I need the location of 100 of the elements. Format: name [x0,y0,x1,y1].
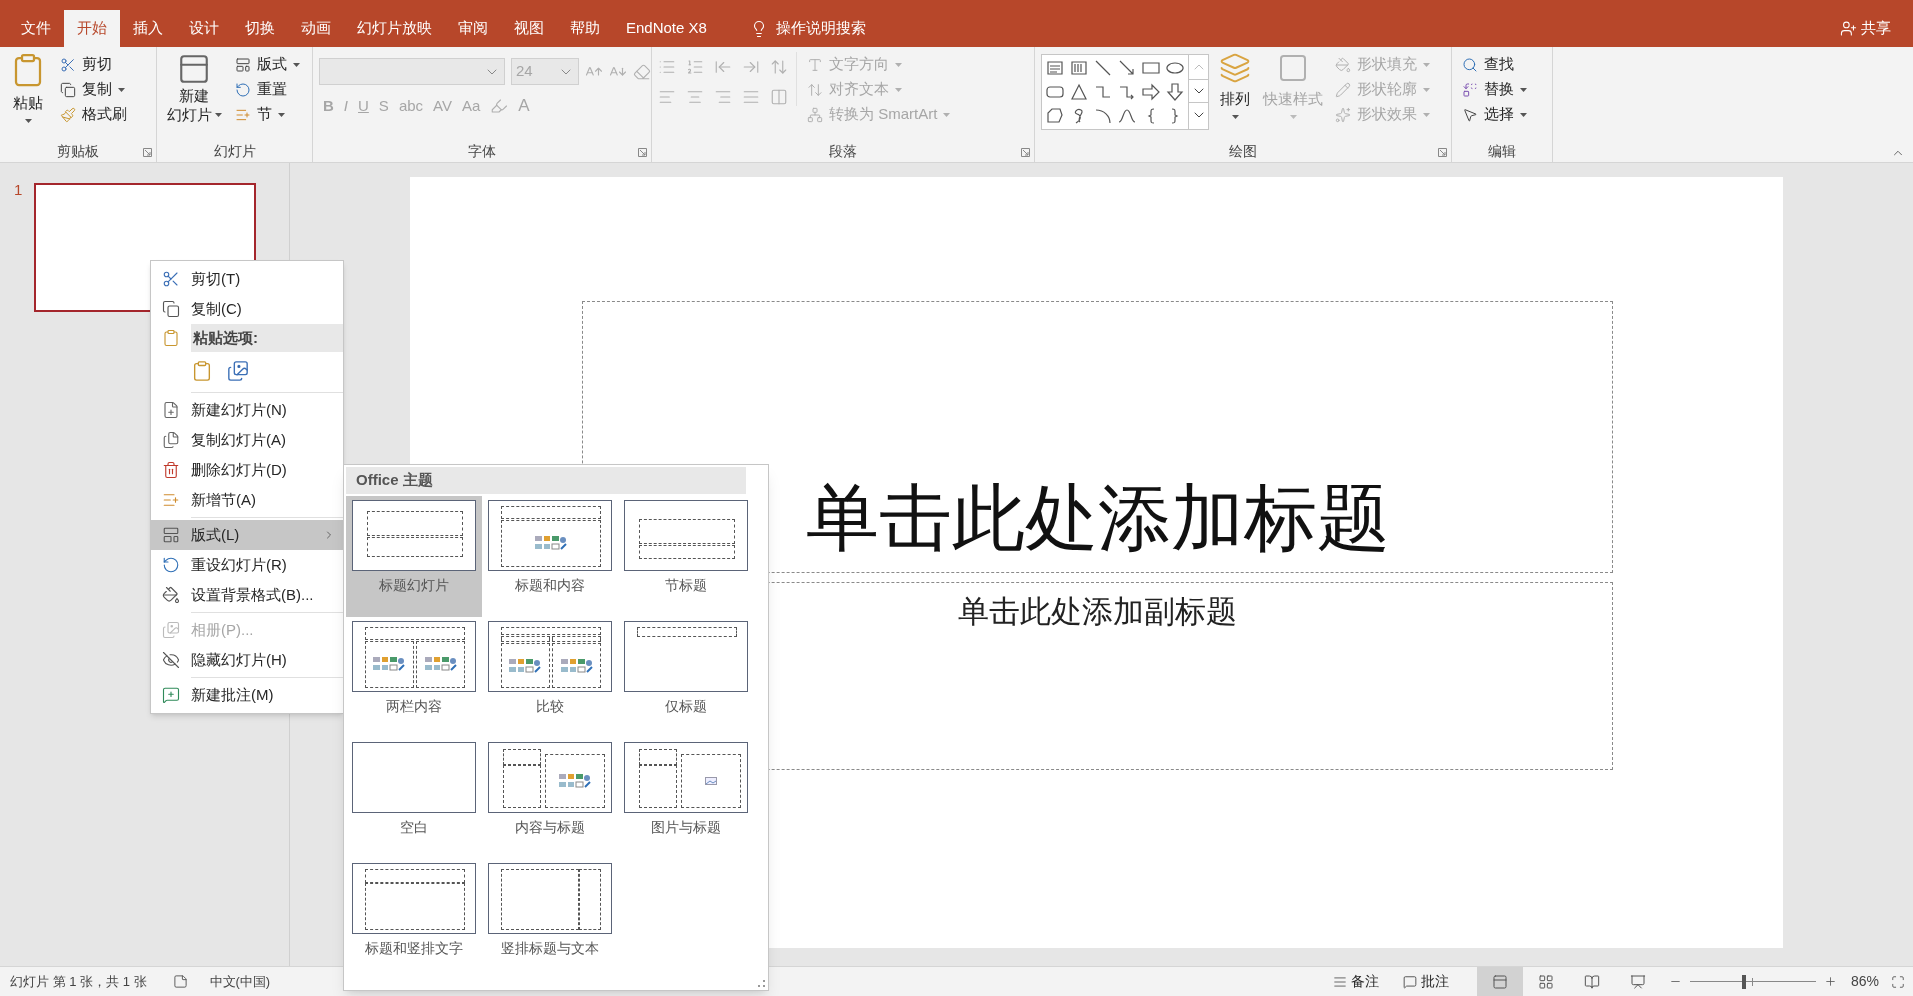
ribbon-tab[interactable]: 开始 [64,10,120,47]
arrange-button[interactable]: 排列 [1215,52,1255,119]
layout-option[interactable]: 空白 [346,738,482,859]
clipboard-icon [162,329,180,347]
caret-icon [1231,114,1239,119]
replace-icon [1462,81,1478,98]
right-arrow-icon[interactable] [1142,83,1160,101]
ribbon-tab[interactable]: 幻灯片放映 [344,10,445,47]
arc-icon[interactable] [1094,107,1112,125]
layers-icon [1219,52,1251,84]
paste-button[interactable]: 粘贴 [6,52,50,123]
line-spacing-icon [770,58,788,76]
ribbon-tab[interactable]: 审阅 [445,10,501,47]
section-button[interactable]: 节 [231,102,304,127]
slide-counter: 幻灯片 第 1 张，共 1 张 [9,972,147,991]
freeform-icon[interactable] [1046,107,1064,125]
ribbon-tab[interactable]: 动画 [288,10,344,47]
painter-button[interactable]: 格式刷 [56,102,131,127]
caret-icon [1423,112,1430,117]
menu-item[interactable]: 新建幻灯片(N) [151,395,343,425]
menu-item[interactable]: 设置背景格式(B)... [151,580,343,610]
elbow-connector-icon[interactable] [1094,83,1112,101]
caret-icon [895,62,902,67]
vertical-text-box-icon[interactable] [1070,59,1088,77]
copy-button[interactable]: 复制 [56,77,131,102]
paintbrush-icon [60,106,76,123]
curve-icon[interactable] [1118,107,1136,125]
reset-icon [162,556,180,574]
layout-option[interactable]: 两栏内容 [346,617,482,738]
search-icon [1462,56,1478,73]
menu-item[interactable]: 重设幻灯片(R) [151,550,343,580]
menu-item[interactable]: 新建批注(M) [151,680,343,710]
ribbon-tab[interactable]: EndNote X8 [613,10,720,47]
down-arrow-icon[interactable] [1166,83,1184,101]
scissors-icon [162,270,180,288]
layout-option[interactable]: 标题和竖排文字 [346,859,482,980]
numbering-icon [686,58,704,76]
zoom-slider-thumb[interactable] [1742,974,1747,989]
launcher-icon [1021,148,1030,157]
caret-icon [943,112,951,117]
paste-option-button[interactable] [191,360,213,382]
elbow-arrow-icon[interactable] [1118,83,1136,101]
notes-button[interactable]: 备注 [1328,971,1383,992]
group-label: 剪贴板 [57,141,99,161]
group-label: 绘图 [1229,141,1257,161]
ribbon-tab[interactable]: 帮助 [557,10,613,47]
resize-grip-icon[interactable] [758,980,765,987]
comments-button[interactable]: 批注 [1398,971,1453,992]
tell-me-search[interactable]: 操作说明搜索 [775,17,866,40]
view-button[interactable] [1476,967,1523,996]
highlighter-icon [490,96,509,115]
triangle-icon[interactable] [1070,83,1088,101]
increase-indent-icon [742,58,760,76]
launcher-icon [638,148,647,157]
button-label: 幻灯片 [166,105,212,124]
menu-item[interactable]: 剪切(T) [151,264,343,294]
menu-item[interactable]: 版式(L) [151,520,343,550]
layout-option[interactable]: 竖排标题与文本 [482,859,618,980]
copy-icon [162,300,180,318]
menu-item[interactable]: 复制(C) [151,294,343,324]
gallery-header: Office 主题 [346,467,746,494]
menu-item[interactable]: 隐藏幻灯片(H) [151,645,343,675]
ribbon-tab[interactable]: 插入 [120,10,176,47]
line-icon[interactable] [1094,59,1112,77]
caret-icon [1520,112,1527,117]
find-button[interactable]: 查找 [1458,52,1531,77]
new-slide-button[interactable]: 新建 幻灯片 [163,52,225,124]
person-plus-icon [1840,20,1857,37]
ribbon-tab[interactable]: 设计 [176,10,232,47]
menu-header: 粘贴选项: [191,324,343,352]
align-center-icon [686,88,704,106]
layout-option[interactable]: 标题幻灯片 [346,496,482,617]
layout-option[interactable]: 仅标题 [618,617,754,738]
select-button[interactable]: 选择 [1458,102,1531,127]
launcher-icon [143,148,152,157]
rectangle-icon[interactable] [1142,59,1160,77]
paste-picture-button[interactable] [227,360,249,382]
fit-slide-button[interactable] [1891,974,1905,989]
ribbon-tab[interactable]: 切换 [232,10,288,47]
group-label: 段落 [829,141,857,161]
text-box-icon[interactable] [1046,59,1064,77]
reading-view-icon [1583,973,1600,990]
share-button[interactable]: 共享 [1840,10,1913,47]
menu-item[interactable]: 复制幻灯片(A) [151,425,343,455]
zoom-slider[interactable] [1689,974,1816,989]
align-right-icon [714,88,732,106]
menu-item[interactable]: 新增节(A) [151,485,343,515]
replace-button[interactable]: 替换 [1458,77,1531,102]
ribbon-tab[interactable]: 文件 [8,10,64,47]
caret-icon [293,62,300,67]
reset-button[interactable]: 重置 [231,77,304,102]
menu-item[interactable]: 删除幻灯片(D) [151,455,343,485]
caret-icon [214,112,222,117]
zoom-in-button[interactable] [1823,975,1837,988]
grid-view-icon [1537,973,1554,990]
ribbon-tab[interactable]: 视图 [501,10,557,47]
decrease-indent-icon [714,58,732,76]
arrow-line-icon[interactable] [1118,59,1136,77]
layout-button[interactable]: 版式 [231,52,304,77]
cut-button[interactable]: 剪切 [56,52,131,77]
